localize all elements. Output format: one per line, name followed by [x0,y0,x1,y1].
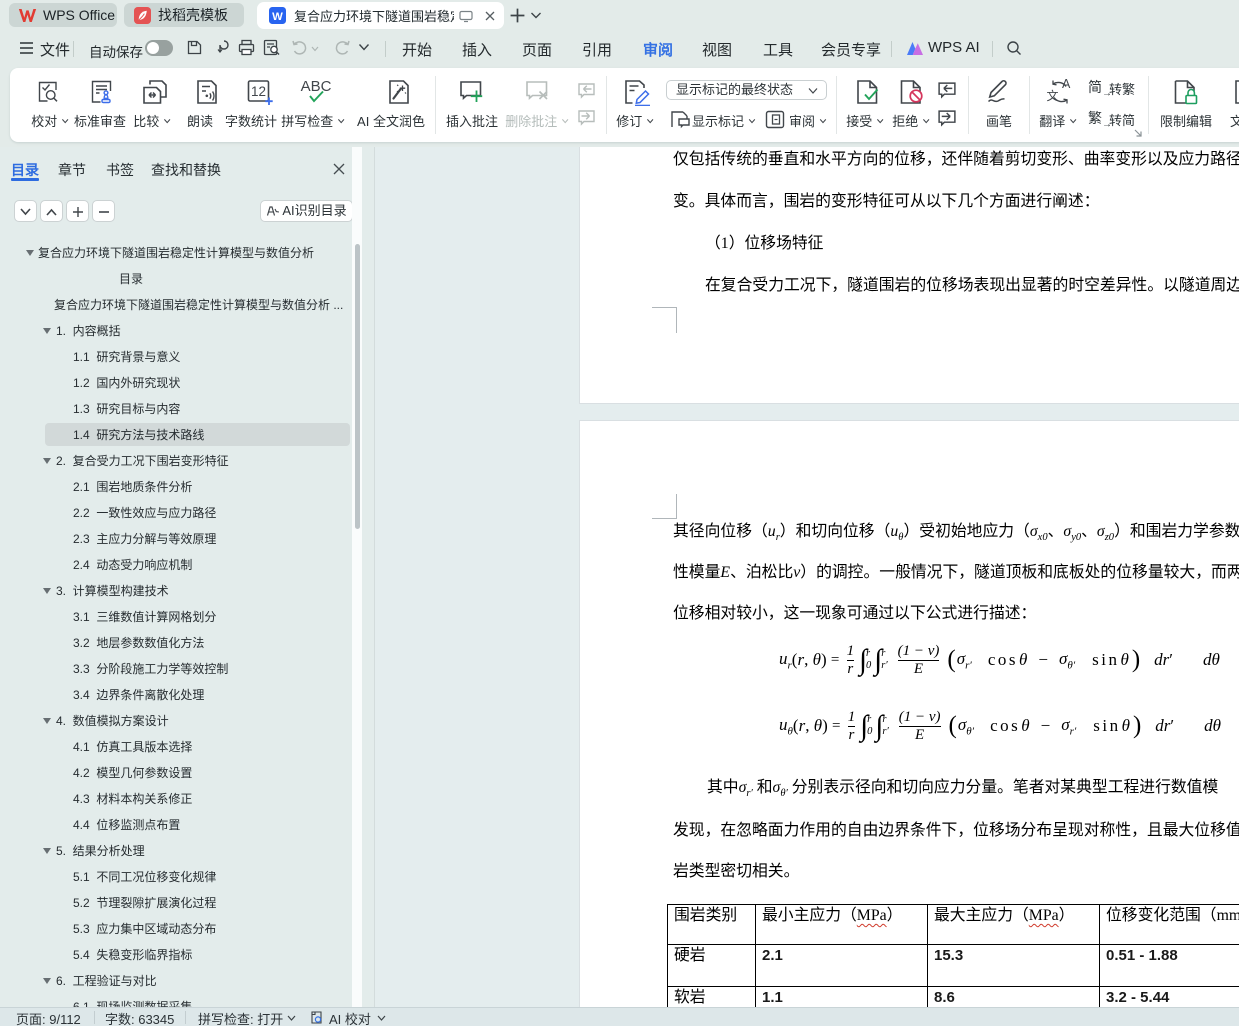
svg-text:12: 12 [251,84,266,99]
svg-text:W: W [272,11,283,23]
svg-text:ABC: ABC [301,78,332,95]
